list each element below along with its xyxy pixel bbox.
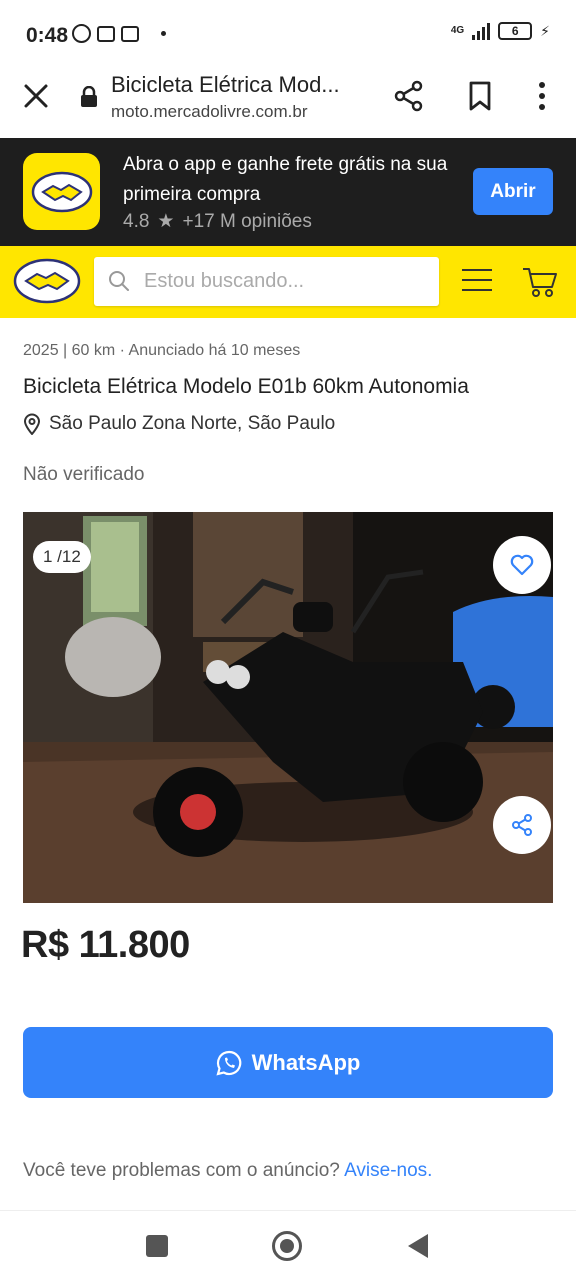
site-header bbox=[0, 246, 576, 318]
listing-title: Bicicleta Elétrica Modelo E01b 60km Auto… bbox=[23, 375, 469, 398]
rating-value: 4.8 bbox=[123, 210, 150, 232]
menu-icon[interactable] bbox=[461, 268, 493, 292]
photo-counter: 1 /12 bbox=[33, 541, 91, 573]
page-title: Bicicleta Elétrica Mod... bbox=[111, 72, 340, 97]
listing-photo bbox=[23, 512, 553, 903]
status-notification-icons bbox=[72, 24, 166, 43]
lock-icon bbox=[81, 86, 97, 107]
report-link[interactable]: Avise-nos. bbox=[344, 1160, 432, 1181]
location-pin-icon bbox=[23, 413, 41, 435]
app-rating: 4.8 ★ +17 M opiniões bbox=[123, 210, 312, 233]
favorite-button[interactable] bbox=[493, 536, 551, 594]
page-url[interactable]: moto.mercadolivre.com.br bbox=[111, 102, 308, 122]
whatsapp-notification-icon bbox=[72, 24, 91, 43]
cart-icon[interactable] bbox=[522, 266, 558, 298]
bookmark-icon[interactable] bbox=[464, 80, 496, 112]
recent-apps-button[interactable] bbox=[146, 1235, 168, 1257]
charging-icon: ⚡ bbox=[540, 22, 550, 39]
search-icon bbox=[109, 271, 129, 291]
network-type: 4G bbox=[450, 25, 465, 36]
share-icon bbox=[512, 814, 532, 836]
listing-meta: 2025 | 60 km · Anunciado há 10 meses bbox=[23, 342, 301, 359]
heart-icon bbox=[510, 554, 534, 576]
open-app-button[interactable]: Abrir bbox=[473, 168, 553, 215]
whatsapp-icon bbox=[216, 1050, 241, 1076]
more-notifications-dot bbox=[161, 31, 166, 36]
status-system-icons: 4G 6 ⚡ bbox=[451, 22, 550, 40]
close-icon[interactable] bbox=[22, 82, 50, 110]
report-question: Você teve problemas com o anúncio? bbox=[23, 1160, 345, 1181]
mercadolivre-app-logo bbox=[23, 153, 100, 230]
mi-notification-icon bbox=[121, 25, 139, 42]
back-button[interactable] bbox=[408, 1234, 428, 1258]
listing-price: R$ 11.800 bbox=[21, 924, 190, 966]
search-bar[interactable] bbox=[94, 257, 439, 306]
location-text: São Paulo Zona Norte, São Paulo bbox=[49, 413, 336, 434]
banner-message: Abra o app e ganhe frete grátis na sua p… bbox=[123, 154, 448, 205]
share-icon[interactable] bbox=[393, 80, 425, 112]
verification-status: Não verificado bbox=[23, 464, 145, 485]
listing-location: São Paulo Zona Norte, São Paulo bbox=[23, 413, 335, 435]
status-time: 0:48 bbox=[26, 24, 69, 47]
whatsapp-label: WhatsApp bbox=[251, 1049, 361, 1075]
message-notification-icon bbox=[97, 25, 115, 42]
signal-icon bbox=[472, 22, 491, 40]
battery-icon: 6 bbox=[498, 22, 533, 40]
home-button[interactable] bbox=[272, 1231, 302, 1261]
mercadolivre-logo[interactable] bbox=[13, 256, 81, 306]
photo-gallery[interactable]: 1 /12 bbox=[23, 512, 553, 903]
review-count: +17 M opiniões bbox=[182, 210, 312, 232]
report-problem: Você teve problemas com o anúncio? Avise… bbox=[23, 1160, 432, 1182]
whatsapp-contact-button[interactable]: WhatsApp bbox=[23, 1027, 553, 1098]
status-bar: 0:48 4G 6 ⚡ bbox=[0, 0, 576, 66]
more-options-icon[interactable] bbox=[526, 80, 558, 112]
handshake-icon bbox=[31, 171, 92, 212]
app-install-banner: Abra o app e ganhe frete grátis na sua p… bbox=[0, 138, 576, 246]
browser-toolbar: Bicicleta Elétrica Mod... moto.mercadoli… bbox=[0, 66, 576, 138]
search-input[interactable] bbox=[144, 257, 429, 306]
share-listing-button[interactable] bbox=[493, 796, 551, 854]
system-navigation-bar bbox=[0, 1210, 576, 1280]
star-icon: ★ bbox=[157, 211, 175, 232]
